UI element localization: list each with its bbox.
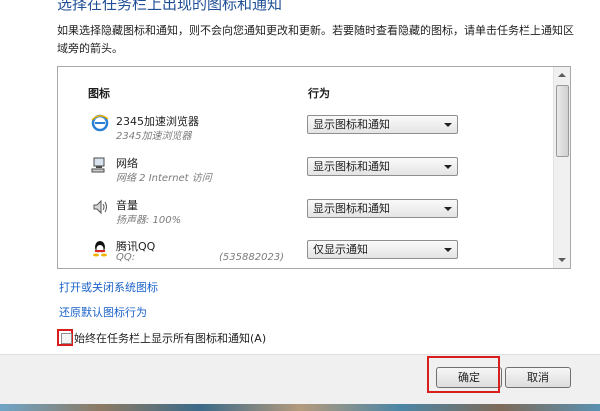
- column-header-icon: 图标: [88, 87, 110, 100]
- cancel-button[interactable]: 取消: [505, 367, 571, 388]
- item-subtitle: 网络 2 Internet 访问: [116, 173, 212, 184]
- network-icon: [91, 156, 109, 174]
- chevron-down-icon: [444, 123, 452, 127]
- desktop-taskbar-strip: [0, 404, 600, 411]
- item-subtitle: 2345加速浏览器: [116, 131, 192, 142]
- select-value: 显示图标和通知: [313, 160, 390, 173]
- behavior-select[interactable]: 显示图标和通知: [307, 115, 458, 134]
- column-header-behavior: 行为: [308, 87, 330, 100]
- list-item: 音量 扬声器: 100% 显示图标和通知: [58, 198, 553, 238]
- chevron-down-icon: [444, 207, 452, 211]
- item-subtitle: 扬声器: 100%: [116, 215, 182, 226]
- ok-button-highlight: [427, 356, 500, 393]
- always-show-label[interactable]: 始终在任务栏上显示所有图标和通知(A): [74, 330, 266, 346]
- always-show-checkbox[interactable]: [61, 333, 72, 344]
- notification-icons-list: 图标 行为 2345加速浏览器 2345加速浏览器 显示图标和通知 网络 网络: [57, 66, 571, 269]
- scroll-down-arrow-icon[interactable]: [554, 252, 570, 268]
- chevron-down-icon: [444, 248, 452, 252]
- ie-browser-icon: [91, 114, 109, 132]
- item-qq-number: (535882023): [219, 252, 285, 263]
- behavior-select[interactable]: 仅显示通知: [307, 240, 458, 259]
- behavior-select[interactable]: 显示图标和通知: [307, 199, 458, 218]
- volume-icon: [91, 198, 109, 216]
- item-subtitle: QQ:: [116, 252, 136, 263]
- scroll-up-arrow-icon[interactable]: [554, 67, 570, 83]
- chevron-down-icon: [444, 165, 452, 169]
- scroll-thumb[interactable]: [556, 85, 569, 157]
- behavior-select[interactable]: 显示图标和通知: [307, 157, 458, 176]
- page-title: 选择在任务栏上出现的图标和通知: [57, 0, 283, 13]
- dialog-footer: 确定 取消: [0, 354, 600, 405]
- select-value: 仅显示通知: [313, 243, 368, 256]
- system-icons-link[interactable]: 打开或关闭系统图标: [59, 279, 158, 295]
- restore-default-link[interactable]: 还原默认图标行为: [59, 304, 147, 320]
- select-value: 显示图标和通知: [313, 202, 390, 215]
- select-value: 显示图标和通知: [313, 118, 390, 131]
- checkbox-highlight: [57, 329, 73, 346]
- list-item: 网络 网络 2 Internet 访问 显示图标和通知: [58, 156, 553, 196]
- list-item: 腾讯QQ QQ: (535882023) 仅显示通知: [58, 239, 553, 268]
- list-item: 2345加速浏览器 2345加速浏览器 显示图标和通知: [58, 114, 553, 154]
- description-text: 如果选择隐藏图标和通知，则不会向您通知更改和更新。若要随时查看隐藏的图标，请单击…: [57, 24, 574, 55]
- qq-penguin-icon: [91, 239, 109, 257]
- vertical-scrollbar[interactable]: [553, 67, 570, 268]
